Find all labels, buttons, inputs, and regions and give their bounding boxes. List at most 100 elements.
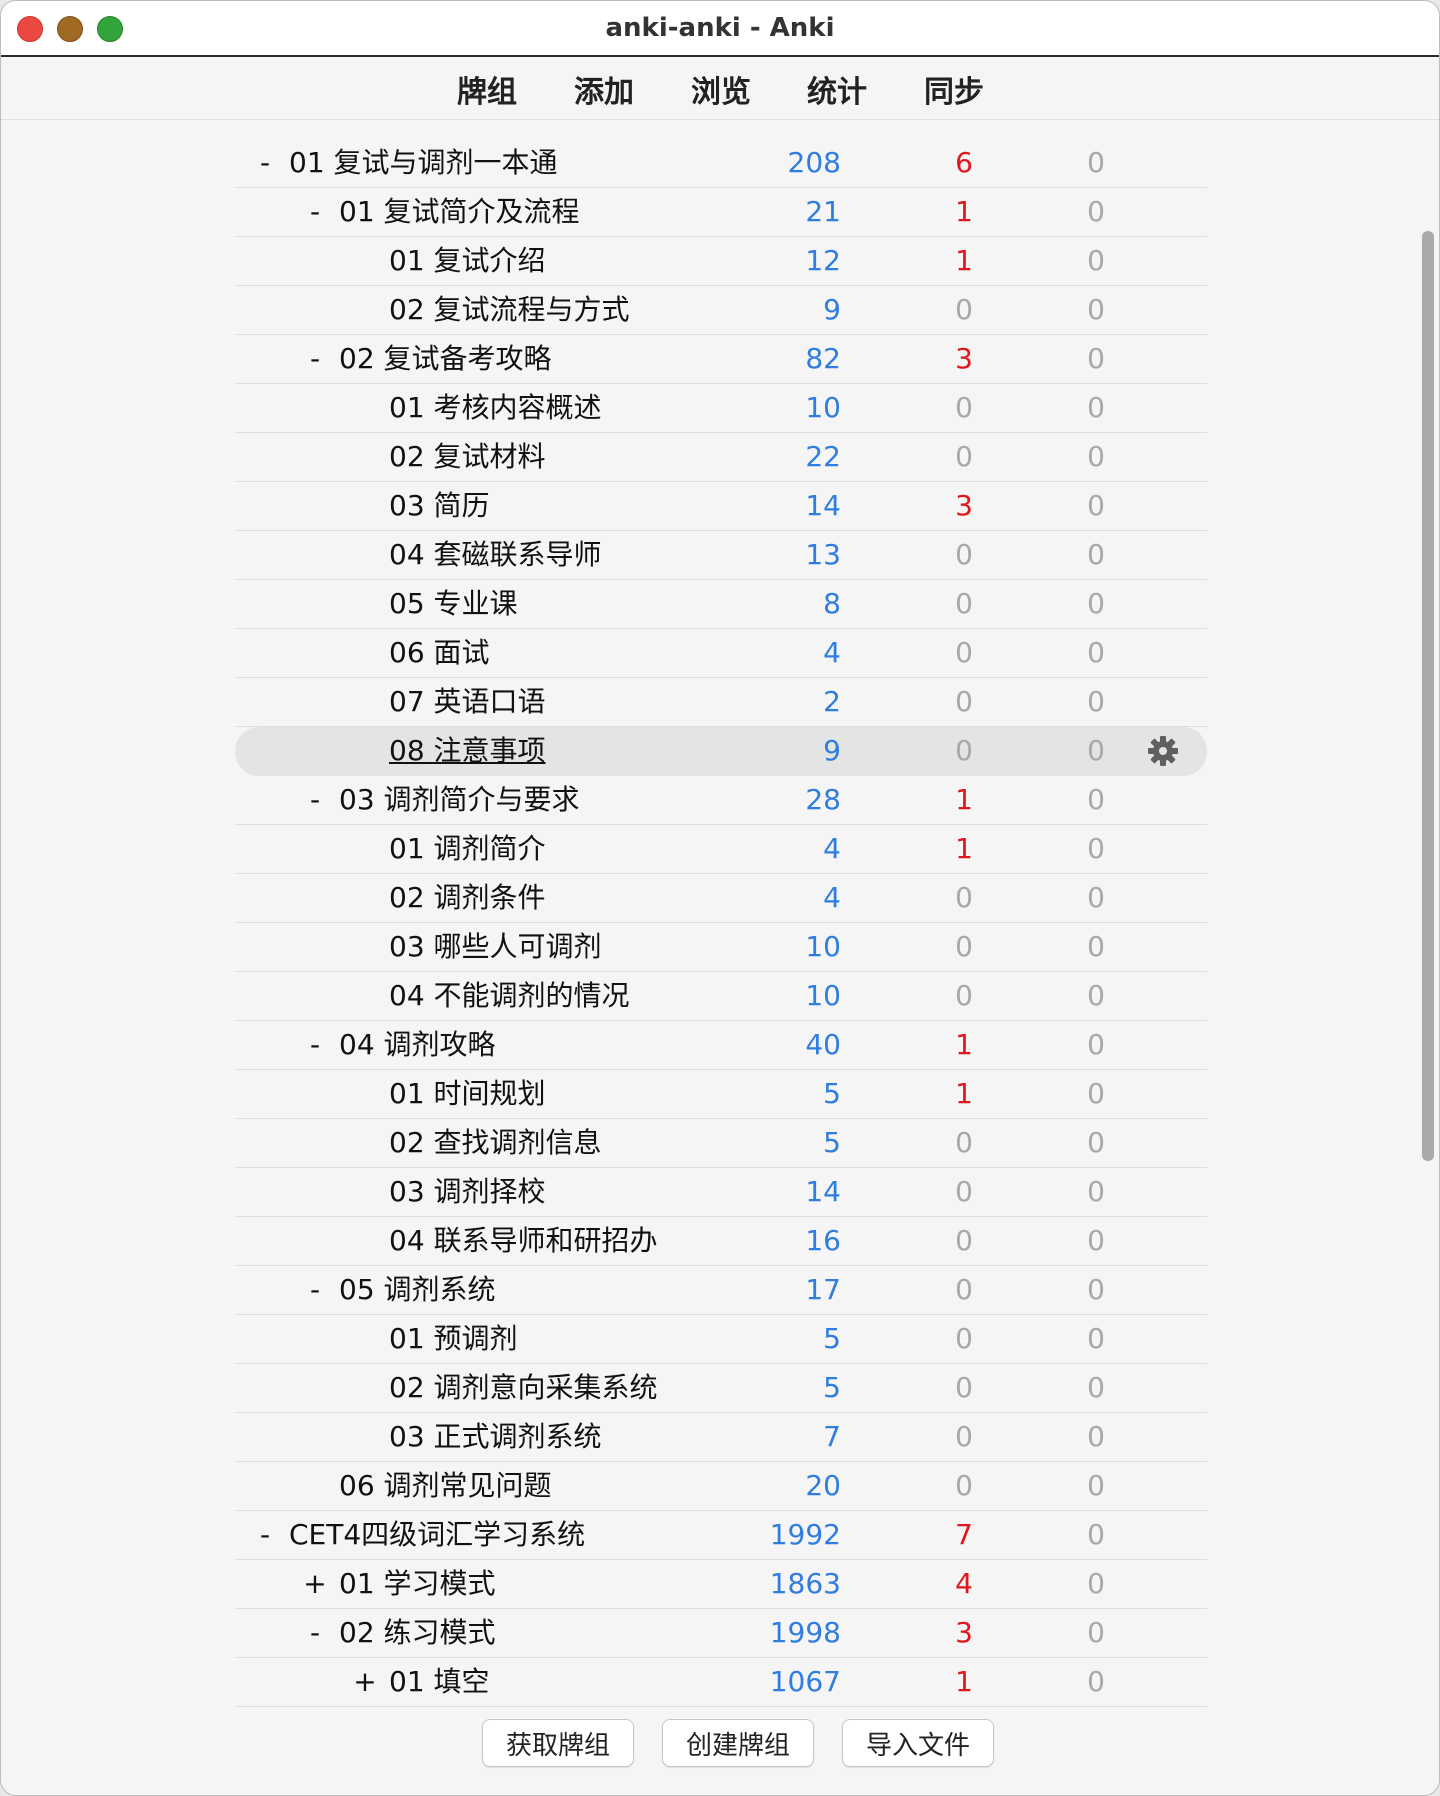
deck-row[interactable]: - CET4四级词汇学习系统 1992 7 0 — [235, 1511, 1207, 1560]
deck-row[interactable]: -05 调剂系统 17 0 0 — [235, 1266, 1207, 1315]
deck-name-link[interactable]: 01 考核内容概述 — [389, 384, 602, 432]
due-count: 5 — [823, 1126, 841, 1159]
deck-row[interactable]: -03 调剂简介与要求 28 1 0 — [235, 776, 1207, 825]
learning-count: 1 — [955, 1028, 973, 1061]
deck-name-link[interactable]: 04 不能调剂的情况 — [389, 972, 630, 1020]
deck-row[interactable]: 06 调剂常见问题 20 0 0 — [235, 1462, 1207, 1511]
window-title: anki-anki - Anki — [605, 13, 835, 43]
deck-name-link[interactable]: 08 注意事项 — [389, 727, 546, 775]
deck-row[interactable]: -02 练习模式 1998 3 0 — [235, 1609, 1207, 1658]
deck-row[interactable]: 04 套磁联系导师 13 0 0 — [235, 531, 1207, 580]
new-count: 0 — [1087, 342, 1105, 375]
deck-row[interactable]: 02 复试流程与方式 9 0 0 — [235, 286, 1207, 335]
deck-row[interactable]: 02 调剂意向采集系统 5 0 0 — [235, 1364, 1207, 1413]
learning-count: 1 — [955, 783, 973, 816]
deck-name-link[interactable]: 06 调剂常见问题 — [339, 1462, 552, 1510]
due-count: 5 — [823, 1322, 841, 1355]
deck-row[interactable]: +01 填空 1067 1 0 — [235, 1658, 1207, 1707]
tab-add[interactable]: 添加 — [574, 67, 634, 111]
deck-name-link[interactable]: 01 预调剂 — [389, 1315, 518, 1363]
deck-name-link[interactable]: 05 专业课 — [389, 580, 518, 628]
deck-name-link[interactable]: 02 复试材料 — [389, 433, 546, 481]
expand-deck-toggle[interactable]: + — [353, 1658, 377, 1706]
due-count: 10 — [805, 391, 841, 424]
deck-name-link[interactable]: 01 复试简介及流程 — [339, 188, 580, 236]
deck-row[interactable]: 03 哪些人可调剂 10 0 0 — [235, 923, 1207, 972]
deck-row[interactable]: 01 复试介绍 12 1 0 — [235, 237, 1207, 286]
deck-name-link[interactable]: 03 哪些人可调剂 — [389, 923, 602, 971]
deck-name-link[interactable]: 04 套磁联系导师 — [389, 531, 602, 579]
deck-row[interactable]: 01 调剂简介 4 1 0 — [235, 825, 1207, 874]
import-file-button[interactable]: 导入文件 — [842, 1719, 994, 1767]
deck-row[interactable]: -04 调剂攻略 40 1 0 — [235, 1021, 1207, 1070]
deck-name-link[interactable]: 01 复试与调剂一本通 — [289, 139, 558, 187]
deck-name-link[interactable]: 02 调剂条件 — [389, 874, 546, 922]
new-count: 0 — [1087, 1371, 1105, 1404]
deck-row[interactable]: -01 复试简介及流程 21 1 0 — [235, 188, 1207, 237]
deck-name-link[interactable]: 01 调剂简介 — [389, 825, 546, 873]
deck-row[interactable]: +01 学习模式 1863 4 0 — [235, 1560, 1207, 1609]
deck-name-link[interactable]: 07 英语口语 — [389, 678, 546, 726]
deck-name-link[interactable]: 01 复试介绍 — [389, 237, 546, 285]
deck-name-link[interactable]: 01 学习模式 — [339, 1560, 496, 1608]
deck-row[interactable]: 01 时间规划 5 1 0 — [235, 1070, 1207, 1119]
deck-row[interactable]: 04 不能调剂的情况 10 0 0 — [235, 972, 1207, 1021]
tab-browse[interactable]: 浏览 — [691, 67, 751, 111]
learning-count: 1 — [955, 244, 973, 277]
deck-name-link[interactable]: 02 复试备考攻略 — [339, 335, 552, 383]
deck-name-link[interactable]: 04 调剂攻略 — [339, 1021, 496, 1069]
collapse-deck-toggle[interactable]: - — [303, 335, 327, 383]
deck-name-link[interactable]: 04 联系导师和研招办 — [389, 1217, 658, 1265]
deck-name-link[interactable]: 01 时间规划 — [389, 1070, 546, 1118]
deck-name-link[interactable]: 03 调剂择校 — [389, 1168, 546, 1216]
tab-stats[interactable]: 统计 — [807, 67, 867, 111]
deck-row[interactable]: 03 简历 14 3 0 — [235, 482, 1207, 531]
deck-row[interactable]: 04 联系导师和研招办 16 0 0 — [235, 1217, 1207, 1266]
due-count: 5 — [823, 1371, 841, 1404]
create-deck-button[interactable]: 创建牌组 — [662, 1719, 814, 1767]
collapse-deck-toggle[interactable]: - — [303, 1609, 327, 1657]
deck-row[interactable]: 06 面试 4 0 0 — [235, 629, 1207, 678]
due-count: 9 — [823, 293, 841, 326]
deck-name-link[interactable]: 03 简历 — [389, 482, 490, 530]
deck-name-link[interactable]: 02 复试流程与方式 — [389, 286, 630, 334]
collapse-deck-toggle[interactable]: - — [303, 188, 327, 236]
due-count: 21 — [805, 195, 841, 228]
collapse-deck-toggle[interactable]: - — [303, 1266, 327, 1314]
learning-count: 0 — [955, 1175, 973, 1208]
deck-name-link[interactable]: CET4四级词汇学习系统 — [289, 1511, 585, 1559]
tab-decks[interactable]: 牌组 — [457, 67, 517, 111]
collapse-deck-toggle[interactable]: - — [253, 139, 277, 187]
deck-row[interactable]: 05 专业课 8 0 0 — [235, 580, 1207, 629]
deck-name-link[interactable]: 03 调剂简介与要求 — [339, 776, 580, 824]
deck-name-link[interactable]: 02 查找调剂信息 — [389, 1119, 602, 1167]
deck-name-link[interactable]: 06 面试 — [389, 629, 490, 677]
collapse-deck-toggle[interactable]: - — [253, 1511, 277, 1559]
deck-name-link[interactable]: 02 练习模式 — [339, 1609, 496, 1657]
collapse-deck-toggle[interactable]: - — [303, 1021, 327, 1069]
gear-icon[interactable] — [1147, 735, 1179, 767]
expand-deck-toggle[interactable]: + — [303, 1560, 327, 1608]
deck-name-link[interactable]: 05 调剂系统 — [339, 1266, 496, 1314]
vertical-scrollbar[interactable] — [1422, 231, 1434, 1161]
deck-row[interactable]: 02 查找调剂信息 5 0 0 — [235, 1119, 1207, 1168]
collapse-deck-toggle[interactable]: - — [303, 776, 327, 824]
deck-row[interactable]: 01 考核内容概述 10 0 0 — [235, 384, 1207, 433]
deck-name-link[interactable]: 03 正式调剂系统 — [389, 1413, 602, 1461]
learning-count: 0 — [955, 1420, 973, 1453]
deck-row[interactable]: 03 正式调剂系统 7 0 0 — [235, 1413, 1207, 1462]
deck-name-link[interactable]: 02 调剂意向采集系统 — [389, 1364, 658, 1412]
deck-row[interactable]: 07 英语口语 2 0 0 — [235, 678, 1207, 727]
deck-row-current[interactable]: 08 注意事项 9 0 0 — [235, 727, 1207, 776]
deck-row[interactable]: 01 预调剂 5 0 0 — [235, 1315, 1207, 1364]
get-shared-decks-button[interactable]: 获取牌组 — [482, 1719, 634, 1767]
deck-row[interactable]: 02 复试材料 22 0 0 — [235, 433, 1207, 482]
deck-row[interactable]: 02 调剂条件 4 0 0 — [235, 874, 1207, 923]
deck-row[interactable]: 03 调剂择校 14 0 0 — [235, 1168, 1207, 1217]
deck-row[interactable]: -02 复试备考攻略 82 3 0 — [235, 335, 1207, 384]
tab-sync[interactable]: 同步 — [924, 67, 984, 111]
due-count: 4 — [823, 832, 841, 865]
learning-count: 3 — [955, 489, 973, 522]
deck-row[interactable]: -01 复试与调剂一本通 208 6 0 — [235, 139, 1207, 188]
deck-name-link[interactable]: 01 填空 — [389, 1658, 490, 1706]
